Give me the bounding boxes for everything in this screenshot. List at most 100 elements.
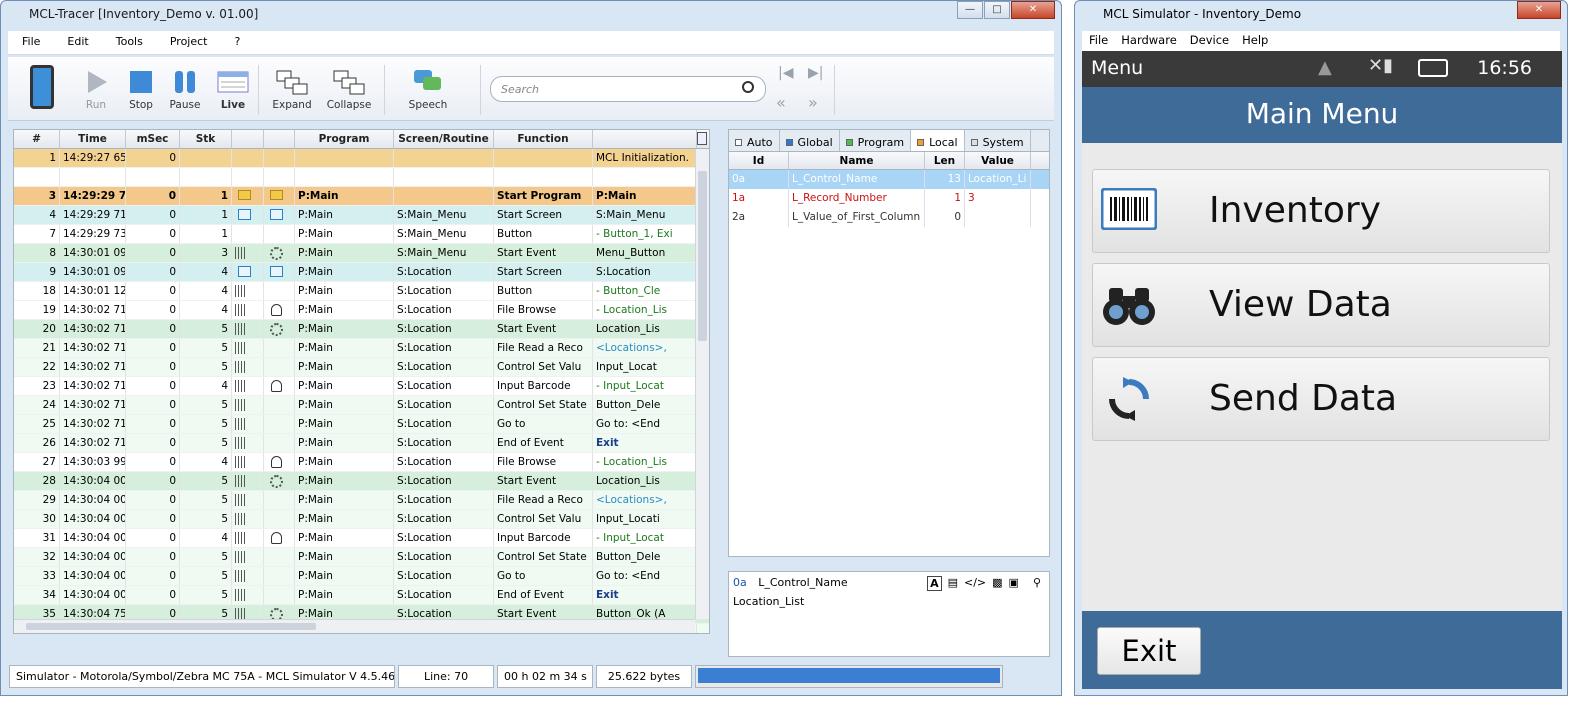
doc-icon[interactable]: ▤ <box>948 576 958 591</box>
inventory-button[interactable]: Inventory <box>1092 169 1550 253</box>
table-row[interactable]: 2514:30:02 71205 P:MainS:Location Go toGo… <box>14 415 709 434</box>
col-header[interactable] <box>232 130 264 148</box>
folder-icon[interactable]: ▩ <box>992 576 1002 591</box>
variable-row[interactable]: 1a L_Record_Number 1 3 <box>729 189 1049 208</box>
col-header[interactable]: Screen/Routine <box>394 130 494 148</box>
search-icon[interactable] <box>742 81 754 93</box>
table-row[interactable]: 2914:30:04 00705 P:MainS:Location File Re… <box>14 491 709 510</box>
menu-edit[interactable]: Edit <box>53 31 101 48</box>
view-data-button[interactable]: View Data <box>1092 263 1550 347</box>
col-header[interactable]: mSec <box>126 130 180 148</box>
col-header[interactable]: Value <box>965 152 1031 169</box>
col-header[interactable]: Function <box>494 130 593 148</box>
cell-extra: - Location_Lis <box>593 301 697 319</box>
cell-screen <box>394 168 494 186</box>
vertical-scrollbar[interactable] <box>695 149 709 619</box>
menu-help[interactable]: ? <box>220 31 253 48</box>
cell-n: 8 <box>14 244 60 262</box>
table-row[interactable]: 3414:30:04 00705 P:MainS:Location End of … <box>14 586 709 605</box>
sim-menu-file[interactable]: File <box>1082 31 1114 47</box>
prev-match-icon[interactable]: « <box>776 93 786 112</box>
tab-global[interactable]: Global <box>780 130 840 151</box>
table-row[interactable] <box>14 168 709 187</box>
variable-row[interactable]: 0a L_Control_Name 13 Location_Li <box>729 170 1049 189</box>
speech-button[interactable]: Speech <box>405 69 451 111</box>
next-match-icon[interactable]: » <box>808 93 818 112</box>
toolbar-separator <box>834 65 835 115</box>
minimize-button[interactable]: — <box>957 1 983 19</box>
detail-value[interactable]: Location_List <box>729 593 1049 610</box>
last-match-icon[interactable]: ▶| <box>808 65 823 81</box>
table-row[interactable]: 414:29:29 71801P:MainS:Main_MenuStart Sc… <box>14 206 709 225</box>
table-row[interactable]: 114:29:27 6590 MCL Initialization. <box>14 149 709 168</box>
tab-system[interactable]: System <box>965 130 1031 151</box>
run-button[interactable]: Run <box>74 69 118 111</box>
table-row[interactable]: 2414:30:02 71205 P:MainS:Location Control… <box>14 396 709 415</box>
tab-program[interactable]: Program <box>840 130 912 151</box>
menu-file[interactable]: File <box>8 31 53 48</box>
table-row[interactable]: 714:29:29 73401 P:MainS:Main_Menu Button-… <box>14 225 709 244</box>
col-header[interactable]: Time <box>60 130 126 148</box>
cell-msec: 0 <box>126 548 180 566</box>
table-row[interactable]: 3114:30:04 00704 P:MainS:Location Input B… <box>14 529 709 548</box>
table-row[interactable]: 1914:30:02 71204 P:MainS:Location File Br… <box>14 301 709 320</box>
close-button[interactable]: ✕ <box>1011 1 1055 19</box>
table-row[interactable]: 814:30:01 09003 P:MainS:Main_MenuStart Ev… <box>14 244 709 263</box>
table-row[interactable]: 2014:30:02 71205 P:MainS:LocationStart Ev… <box>14 320 709 339</box>
col-header[interactable]: Name <box>789 152 925 169</box>
maximize-button[interactable]: □ <box>984 1 1010 19</box>
first-match-icon[interactable]: |◀ <box>778 65 793 81</box>
table-row[interactable]: 2814:30:04 00705 P:MainS:LocationStart Ev… <box>14 472 709 491</box>
table-row[interactable]: 314:29:29 71801P:MainStart ProgramP:Main <box>14 187 709 206</box>
table-row[interactable]: 2714:30:03 99104 P:MainS:Location File Br… <box>14 453 709 472</box>
table-row[interactable]: 2114:30:02 71205 P:MainS:Location File Re… <box>14 339 709 358</box>
code-icon[interactable]: </> <box>964 576 986 591</box>
col-header[interactable]: Id <box>729 152 789 169</box>
image-icon[interactable]: ▣ <box>1009 576 1019 591</box>
send-data-button[interactable]: Send Data <box>1092 357 1550 441</box>
tab-local[interactable]: Local <box>911 130 965 151</box>
col-header[interactable]: # <box>14 130 60 148</box>
table-row[interactable]: 2314:30:02 71204 P:MainS:Location Input B… <box>14 377 709 396</box>
status-menu-label[interactable]: Menu <box>1091 57 1143 79</box>
table-row[interactable]: 914:30:01 09004P:MainS:LocationStart Scr… <box>14 263 709 282</box>
screen-icon <box>238 209 251 220</box>
row-icon-cell <box>264 244 295 262</box>
variable-row[interactable]: 2a L_Value_of_First_Column 0 <box>729 208 1049 227</box>
pause-button[interactable]: Pause <box>163 69 207 111</box>
col-header[interactable] <box>264 130 295 148</box>
row-icon-cell <box>232 301 264 319</box>
tab-auto[interactable]: Auto <box>729 130 780 151</box>
table-row[interactable]: 3314:30:04 00705 P:MainS:Location Go toGo… <box>14 567 709 586</box>
col-header[interactable]: Len <box>925 152 965 169</box>
stack-bars-icon <box>235 551 245 563</box>
expand-button[interactable]: Expand <box>270 69 314 111</box>
stop-button[interactable]: Stop <box>119 69 163 111</box>
zoom-icon[interactable]: ⚲ <box>1033 576 1041 591</box>
exit-button[interactable]: Exit <box>1097 627 1201 675</box>
table-row[interactable]: 2214:30:02 71205 P:MainS:Location Control… <box>14 358 709 377</box>
scroll-thumb[interactable] <box>26 623 316 630</box>
scroll-thumb[interactable] <box>698 171 707 341</box>
live-button[interactable]: Live <box>211 69 255 111</box>
cell-prog: P:Main <box>295 339 394 357</box>
text-view-icon[interactable]: A <box>927 576 942 591</box>
col-header[interactable]: Stk <box>180 130 232 148</box>
table-row[interactable]: 3014:30:04 00705 P:MainS:Location Control… <box>14 510 709 529</box>
close-button[interactable]: ✕ <box>1517 1 1561 19</box>
col-header[interactable] <box>593 130 697 148</box>
collapse-button[interactable]: Collapse <box>324 69 374 111</box>
table-row[interactable]: 1814:30:01 12104 P:MainS:Location Button-… <box>14 282 709 301</box>
search-input[interactable]: Search <box>490 76 766 102</box>
sim-menu-help[interactable]: Help <box>1235 31 1274 47</box>
row-icon-cell <box>232 510 264 528</box>
table-row[interactable]: 3214:30:04 00705 P:MainS:Location Control… <box>14 548 709 567</box>
sim-menu-device[interactable]: Device <box>1183 31 1235 47</box>
horizontal-scrollbar[interactable] <box>14 619 695 633</box>
table-row[interactable]: 2614:30:02 71205 P:MainS:Location End of … <box>14 434 709 453</box>
menu-project[interactable]: Project <box>156 31 221 48</box>
sim-menu-hardware[interactable]: Hardware <box>1114 31 1183 47</box>
menu-tools[interactable]: Tools <box>102 31 156 48</box>
grid-config-icon[interactable] <box>697 132 707 145</box>
col-header[interactable]: Program <box>295 130 394 148</box>
